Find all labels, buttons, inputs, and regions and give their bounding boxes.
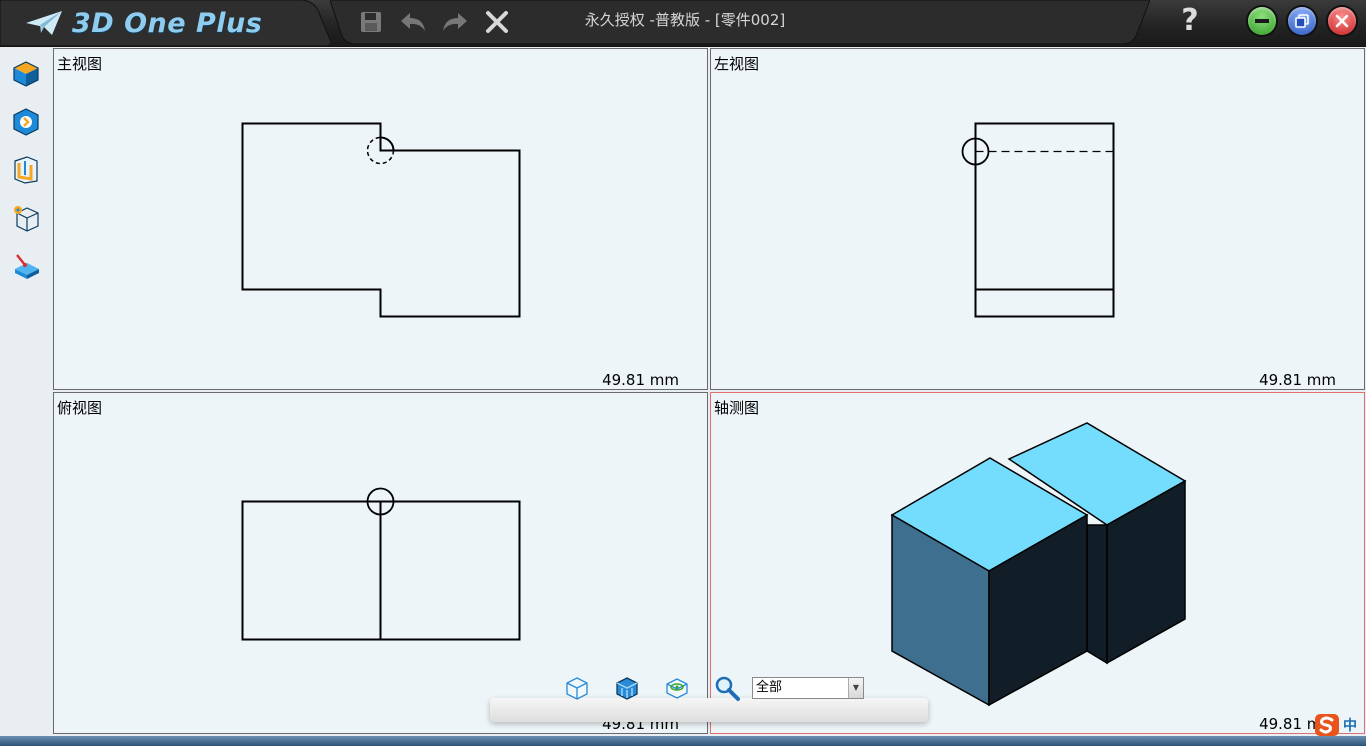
redo-button[interactable]: [440, 7, 470, 37]
close-document-button[interactable]: [482, 7, 512, 37]
sidebar-item-base-edit[interactable]: [11, 203, 41, 233]
selection-filter-value: 全部: [756, 680, 783, 695]
combine-icon: [15, 254, 39, 279]
zoom-icon: [715, 676, 740, 701]
paper-plane-icon: [26, 11, 62, 35]
front-view-drawing: [241, 122, 521, 318]
maximize-button[interactable]: [1288, 7, 1316, 35]
view-orient-icon: [666, 678, 688, 699]
close-window-icon: [1335, 14, 1349, 28]
pane-label: 轴测图: [714, 399, 760, 417]
pane-label: 左视图: [714, 55, 760, 73]
left-view-drawing: [961, 122, 1115, 318]
redo-icon: [443, 13, 467, 31]
app-logo: 3D One Plus: [24, 6, 262, 40]
top-view-drawing: [241, 487, 521, 641]
pane-label: 俯视图: [57, 399, 103, 417]
scale-readout: 49.81 mm: [1259, 371, 1336, 389]
ime-mode-label: 中: [1343, 718, 1357, 734]
shaded-view-icon: [616, 677, 638, 700]
undo-icon: [401, 13, 425, 31]
sogou-ime-icon: [1315, 714, 1339, 736]
feature-icon: [13, 108, 39, 136]
system-taskbar: [0, 736, 1366, 746]
help-button[interactable]: ?: [1174, 4, 1206, 38]
basic-solid-icon: [13, 61, 39, 87]
zoom-button[interactable]: [713, 674, 741, 702]
left-view-pane[interactable]: 左视图 49.81 mm: [710, 48, 1365, 390]
minimize-icon: [1255, 19, 1269, 23]
view-orient-button[interactable]: [663, 674, 691, 702]
shaded-view-button[interactable]: [613, 674, 641, 702]
close-window-button[interactable]: [1328, 7, 1356, 35]
sidebar-item-combine[interactable]: [11, 251, 41, 281]
restore-icon: [1295, 14, 1309, 28]
top-view-pane[interactable]: 俯视图 49.81 mm: [53, 392, 708, 734]
pane-label: 主视图: [57, 55, 103, 73]
front-view-pane[interactable]: 主视图 49.81 mm: [53, 48, 708, 390]
document-title: 永久授权 -普教版 - [零件002]: [584, 11, 786, 29]
view-cube-icon: [566, 677, 588, 700]
close-icon: [486, 11, 508, 33]
base-edit-icon: [14, 206, 39, 232]
selection-filter-dropdown[interactable]: 全部 ▼: [752, 677, 864, 699]
ime-indicator[interactable]: 中: [1314, 713, 1362, 737]
special-function-icon: [14, 156, 38, 184]
feature-sidebar: [0, 47, 51, 746]
sidebar-item-special-function[interactable]: [11, 155, 41, 185]
save-button[interactable]: [356, 7, 386, 37]
undo-button[interactable]: [398, 7, 428, 37]
sidebar-item-feature[interactable]: [11, 107, 41, 137]
scale-readout: 49.81 mm: [602, 371, 679, 389]
view-cube-button[interactable]: [563, 674, 591, 702]
minimize-button[interactable]: [1248, 7, 1276, 35]
view-toolbar: [490, 698, 928, 722]
title-bar: 3D One Plus 永久授权 -普教版 - [零件002] ?: [0, 0, 1366, 47]
save-icon: [361, 12, 381, 32]
chevron-down-icon[interactable]: ▼: [848, 678, 863, 698]
app-name: 3D One Plus: [72, 7, 263, 39]
sidebar-item-basic-solid[interactable]: [11, 59, 41, 89]
